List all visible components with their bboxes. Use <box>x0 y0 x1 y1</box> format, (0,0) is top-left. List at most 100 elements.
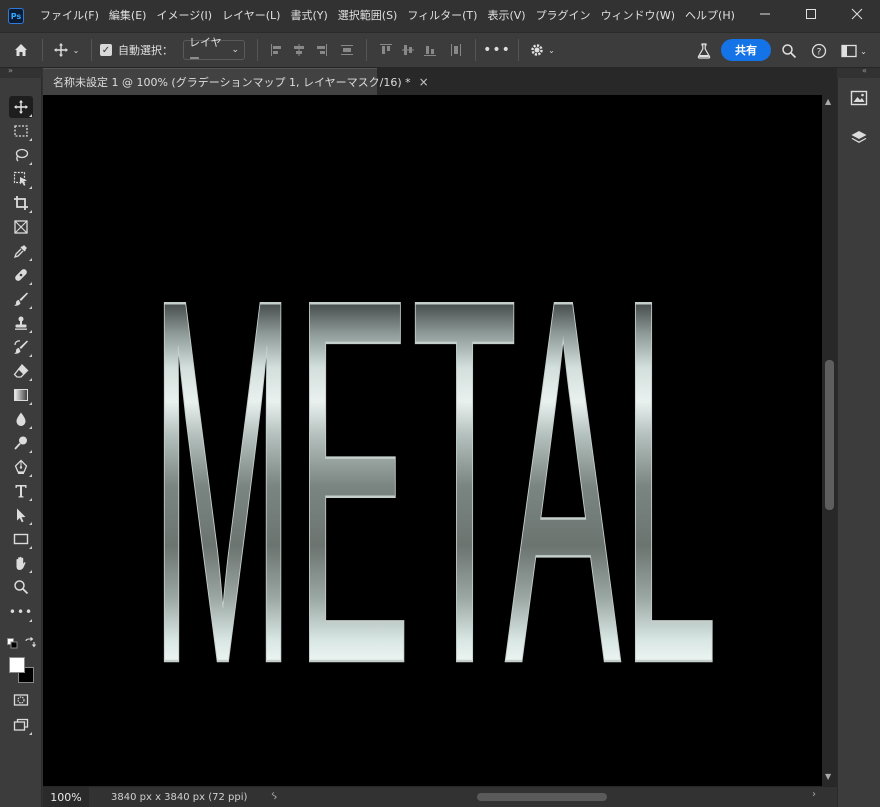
workspace-button[interactable]: ⌄ <box>836 38 872 64</box>
libraries-panel-button[interactable] <box>847 86 871 110</box>
move-tool[interactable] <box>9 96 33 118</box>
default-colors-button[interactable] <box>7 638 19 650</box>
menu-edit[interactable]: 編集(E) <box>104 5 152 27</box>
maximize-button[interactable] <box>788 0 834 28</box>
divider <box>518 39 519 61</box>
menu-file[interactable]: ファイル(F) <box>35 5 104 27</box>
quick-mask-button[interactable] <box>9 689 33 711</box>
menu-bar: Ps ファイル(F) 編集(E) イメージ(I) レイヤー(L) 書式(Y) 選… <box>0 0 880 32</box>
distribute-button[interactable] <box>336 39 358 61</box>
healing-brush-tool[interactable] <box>9 264 33 286</box>
frame-tool[interactable] <box>9 216 33 238</box>
path-selection-tool[interactable] <box>9 504 33 526</box>
search-button[interactable] <box>778 38 800 64</box>
vertical-scrollbar[interactable]: ▲ ▼ <box>822 95 837 786</box>
menu-layer[interactable]: レイヤー(L) <box>217 5 285 27</box>
zoom-tool[interactable] <box>9 576 33 598</box>
crop-icon <box>14 196 28 210</box>
divider <box>42 39 43 61</box>
document-size-info[interactable]: 3840 px x 3840 px (72 ppi) <box>111 792 247 803</box>
minimize-button[interactable] <box>742 0 788 28</box>
layers-panel-button[interactable] <box>847 126 871 150</box>
svg-text:?: ? <box>817 48 822 58</box>
collapse-panels-icon[interactable]: « <box>862 66 867 75</box>
menu-plugins[interactable]: プラグイン <box>531 5 596 27</box>
auto-select-checkbox[interactable]: ✓ <box>100 44 112 56</box>
image-panel-icon <box>850 90 868 106</box>
eyedropper-tool[interactable] <box>9 240 33 262</box>
history-brush-tool[interactable] <box>9 336 33 358</box>
move-icon <box>14 100 28 114</box>
help-button[interactable]: ? <box>808 38 830 64</box>
window-controls <box>742 0 880 32</box>
home-button[interactable] <box>0 37 42 63</box>
menu-filter[interactable]: フィルター(T) <box>402 5 482 27</box>
quick-mask-icon <box>13 694 29 706</box>
labs-button[interactable] <box>692 38 716 64</box>
help-icon: ? <box>811 43 827 59</box>
share-button[interactable]: 共有 <box>721 39 771 61</box>
menu-help[interactable]: ヘルプ(H) <box>680 5 740 27</box>
maximize-icon <box>806 9 816 19</box>
scroll-right-icon[interactable]: › <box>812 789 816 800</box>
crop-tool[interactable] <box>9 192 33 214</box>
auto-select-target-dropdown[interactable]: レイヤー ⌄ <box>183 36 245 65</box>
align-center-h-button[interactable] <box>288 39 310 61</box>
lasso-icon <box>15 148 29 162</box>
pen-tool[interactable] <box>9 456 33 478</box>
chevron-down-icon: ⌄ <box>72 45 80 55</box>
align-bottom-button[interactable] <box>419 39 441 61</box>
scroll-up-icon[interactable]: ▲ <box>825 97 831 106</box>
scroll-left-icon[interactable]: ‹ <box>271 789 275 800</box>
gradient-tool[interactable] <box>9 384 33 406</box>
horizontal-scrollbar[interactable]: ‹ › <box>271 789 816 803</box>
close-icon <box>851 8 863 20</box>
clone-stamp-tool[interactable] <box>9 312 33 334</box>
hand-tool[interactable] <box>9 552 33 574</box>
dodge-tool[interactable] <box>9 432 33 454</box>
eraser-tool[interactable] <box>9 360 33 382</box>
align-middle-button[interactable] <box>397 39 419 61</box>
horizontal-scroll-thumb[interactable] <box>477 793 607 801</box>
canvas[interactable]: METAL <box>43 95 822 786</box>
align-center-icon <box>294 44 304 56</box>
stamp-icon <box>15 316 27 330</box>
document-tab[interactable]: 名称未設定 1 @ 100% (グラデーションマップ 1, レイヤーマスク/16… <box>43 68 429 95</box>
menu-image[interactable]: イメージ(I) <box>151 5 217 27</box>
align-right-button[interactable] <box>310 39 332 61</box>
screen-mode-button[interactable] <box>9 714 33 736</box>
vertical-scroll-thumb[interactable] <box>825 360 834 510</box>
menu-view[interactable]: 表示(V) <box>482 5 530 27</box>
type-tool[interactable] <box>9 480 33 502</box>
pen-icon <box>14 459 28 474</box>
zoom-level-field[interactable]: 100% <box>43 786 89 807</box>
lasso-tool[interactable] <box>9 144 33 166</box>
settings-button[interactable]: ⌄ <box>527 37 557 63</box>
move-tool-preset-button[interactable]: ⌄ <box>49 37 83 63</box>
align-left-button[interactable] <box>266 39 288 61</box>
object-selection-tool[interactable] <box>9 168 33 190</box>
align-top-button[interactable] <box>375 39 397 61</box>
foreground-color-swatch[interactable] <box>9 657 25 673</box>
screen-mode-icon <box>13 718 29 731</box>
brush-tool[interactable] <box>9 288 33 310</box>
swap-colors-button[interactable] <box>24 637 36 649</box>
distribute-horizontal-icon <box>451 44 461 56</box>
eyedropper-icon <box>13 245 27 259</box>
align-right-icon <box>317 44 327 56</box>
edit-toolbar-button[interactable]: ••• <box>9 601 33 623</box>
blur-tool[interactable] <box>9 408 33 430</box>
scroll-down-icon[interactable]: ▼ <box>825 772 831 781</box>
type-icon <box>15 485 27 498</box>
menu-type[interactable]: 書式(Y) <box>285 5 332 27</box>
marquee-tool[interactable] <box>9 120 33 142</box>
collapse-toolbar-icon[interactable]: » <box>8 66 13 75</box>
close-button[interactable] <box>834 0 880 28</box>
distribute-h-button[interactable] <box>445 39 467 61</box>
menu-window[interactable]: ウィンドウ(W) <box>596 5 680 27</box>
menu-select[interactable]: 選択範囲(S) <box>333 5 403 27</box>
rectangle-tool[interactable] <box>9 528 33 550</box>
align-top-icon <box>380 44 392 54</box>
more-options-button[interactable]: ••• <box>483 37 510 63</box>
close-tab-icon[interactable]: × <box>419 75 429 89</box>
